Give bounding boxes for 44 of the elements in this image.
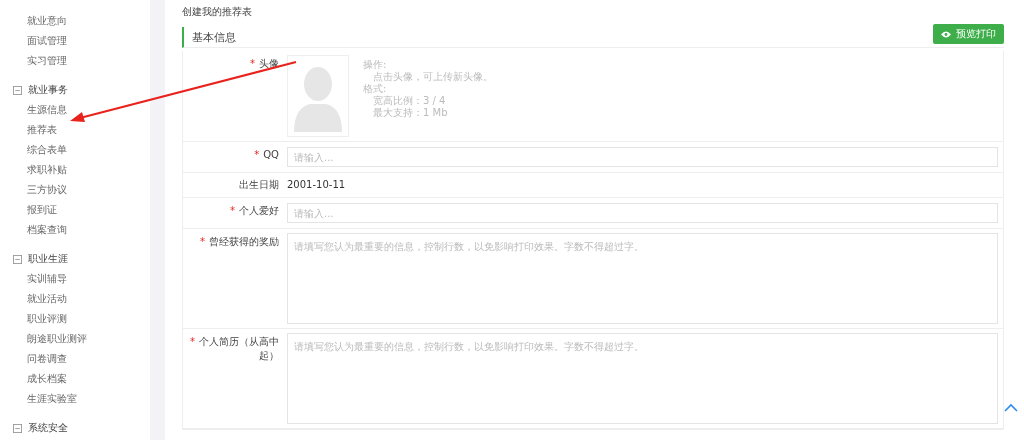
- sidebar-item[interactable]: 三方协议: [0, 180, 150, 200]
- sidebar-item[interactable]: 实训辅导: [0, 269, 150, 289]
- field-value: 2001-10-11: [287, 179, 346, 190]
- sidebar-group-label[interactable]: 就业事务: [28, 83, 68, 97]
- page-title: 创建我的推荐表: [182, 5, 253, 19]
- sidebar-item[interactable]: 综合表单: [0, 140, 150, 160]
- field-label: 曾经获得的奖励: [209, 236, 279, 247]
- sidebar-item[interactable]: 生源信息: [0, 100, 150, 120]
- input-field[interactable]: 请输入...: [287, 203, 998, 223]
- sidebar-item[interactable]: 就业活动: [0, 289, 150, 309]
- sidebar-item[interactable]: 生涯实验室: [0, 389, 150, 409]
- section-title: 基本信息: [192, 29, 236, 45]
- collapse-icon[interactable]: [13, 85, 22, 95]
- sidebar-item[interactable]: 就业意向: [0, 11, 150, 31]
- field-label: 出生日期: [239, 179, 279, 190]
- field-label: QQ: [263, 149, 279, 160]
- hint-text: 操作:: [363, 59, 388, 71]
- hint-text: 宽高比例：3 / 4: [372, 95, 447, 107]
- sidebar-item[interactable]: 面试管理: [0, 31, 150, 51]
- sidebar-item[interactable]: 成长档案: [0, 369, 150, 389]
- sidebar-item[interactable]: 朗途职业测评: [0, 329, 150, 349]
- required-mark: *: [200, 236, 205, 247]
- hint-text: 格式:: [363, 83, 388, 95]
- input-field[interactable]: 请输入...: [287, 147, 998, 167]
- required-mark: *: [230, 205, 235, 216]
- required-mark: *: [254, 149, 260, 160]
- sidebar-item[interactable]: 实习管理: [0, 51, 150, 71]
- sidebar-item[interactable]: 档案查询: [0, 220, 150, 240]
- scroll-top-icon[interactable]: [1004, 403, 1018, 412]
- required-mark: *: [250, 58, 255, 69]
- sidebar-item[interactable]: 推荐表: [0, 120, 150, 140]
- field-label: 个人爱好: [239, 205, 279, 216]
- sidebar-item[interactable]: 报到证: [0, 200, 150, 220]
- required-mark: *: [190, 336, 195, 347]
- sidebar-item[interactable]: 职业评测: [0, 309, 150, 329]
- sidebar-group-label[interactable]: 职业生涯: [28, 252, 68, 266]
- sidebar-item[interactable]: 求职补贴: [0, 160, 150, 180]
- collapse-icon[interactable]: [13, 423, 22, 433]
- field-label: 个人简历（从高中起）: [199, 336, 279, 361]
- sidebar-item[interactable]: 问卷调查: [0, 349, 150, 369]
- eye-icon: [941, 30, 951, 38]
- hint-text: 最大支持：1 Mb: [372, 107, 449, 119]
- collapse-icon[interactable]: [13, 254, 22, 264]
- sidebar-group-label[interactable]: 系统安全: [28, 421, 68, 435]
